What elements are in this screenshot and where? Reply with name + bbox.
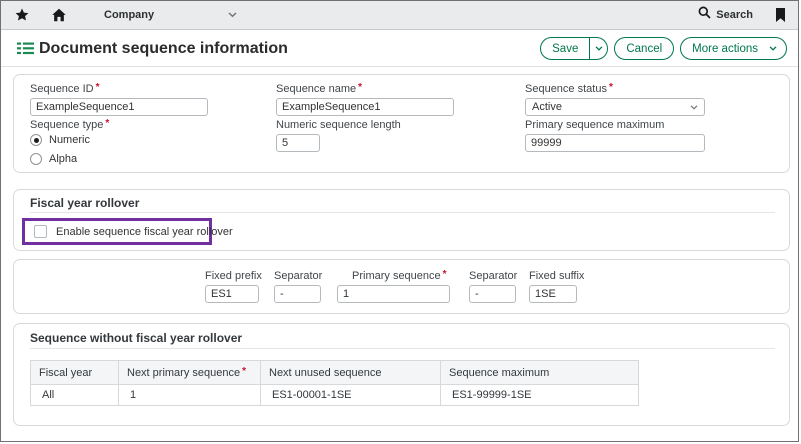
global-search[interactable]: Search (698, 6, 753, 24)
search-label: Search (716, 9, 753, 21)
sequence-without-rollover-section-title: Sequence without fiscal year rollover (30, 331, 242, 345)
sequence-name-field: Sequence name* (276, 83, 454, 116)
topbar-right-group: Search (698, 1, 786, 29)
sequence-status-select[interactable]: Active (525, 98, 705, 116)
purple-highlight-annotation: Enable sequence fiscal year rollover (22, 218, 212, 245)
radio-unselected-icon (30, 153, 42, 165)
primary-sequence-maximum-label: Primary sequence maximum (525, 119, 705, 131)
more-actions-chevron-icon (763, 46, 786, 51)
company-menu-chevron-icon[interactable] (228, 1, 237, 29)
fixed-suffix-input[interactable] (529, 285, 577, 303)
company-menu-label: Company (104, 9, 154, 21)
sequence-format-card: Fixed prefix Separator Primary sequence*… (13, 259, 790, 314)
section-divider (30, 212, 775, 213)
column-header-next-primary-sequence: Next primary sequence* (119, 361, 261, 385)
enable-rollover-checkbox[interactable] (34, 225, 47, 238)
required-marker: * (443, 269, 447, 280)
fixed-prefix-label: Fixed prefix (205, 270, 259, 282)
page-title: Document sequence information (39, 31, 288, 66)
sequence-table: Fiscal year Next primary sequence* Next … (30, 360, 639, 406)
column-header-next-unused-sequence: Next unused sequence (261, 361, 441, 385)
cell-next-primary-sequence[interactable]: 1 (119, 385, 261, 406)
sequence-id-label: Sequence ID* (30, 83, 208, 95)
separator-field-1: Separator (274, 270, 321, 303)
fixed-prefix-field: Fixed prefix (205, 270, 259, 303)
company-menu[interactable]: Company (104, 1, 154, 29)
enable-rollover-checkbox-label: Enable sequence fiscal year rollover (56, 226, 233, 238)
required-marker: * (358, 82, 362, 93)
sequence-type-label: Sequence type* (30, 119, 109, 131)
numeric-sequence-length-input[interactable] (276, 134, 320, 152)
radio-alpha-label: Alpha (49, 153, 77, 165)
sequence-type-field: Sequence type* (30, 119, 109, 134)
fixed-suffix-label: Fixed suffix (529, 270, 577, 282)
cell-fiscal-year: All (31, 385, 119, 406)
cancel-button[interactable]: Cancel (614, 37, 674, 60)
section-divider (30, 348, 775, 349)
fixed-suffix-field: Fixed suffix (529, 270, 577, 303)
sequence-name-label: Sequence name* (276, 83, 454, 95)
numeric-sequence-length-field: Numeric sequence length (276, 119, 320, 152)
separator-input-1[interactable] (274, 285, 321, 303)
sequence-status-value: Active (532, 101, 562, 113)
sequence-type-option-alpha[interactable]: Alpha (30, 153, 77, 165)
cell-sequence-maximum: ES1-99999-1SE (441, 385, 639, 406)
primary-sequence-maximum-input[interactable] (525, 134, 705, 152)
sequence-id-field: Sequence ID* (30, 83, 208, 116)
sequence-status-field: Sequence status* Active (525, 83, 705, 116)
primary-sequence-input[interactable] (337, 285, 450, 303)
sequence-name-input[interactable] (276, 98, 454, 116)
column-header-fiscal-year: Fiscal year (31, 361, 119, 385)
sequence-type-option-numeric[interactable]: Numeric (30, 134, 90, 146)
primary-sequence-field: Primary sequence* (337, 270, 450, 303)
required-marker: * (96, 82, 100, 93)
primary-sequence-label: Primary sequence* (337, 270, 450, 282)
select-chevron-icon (690, 105, 698, 110)
separator-label-1: Separator (274, 270, 321, 282)
app-window: Company Search (0, 0, 799, 442)
record-list-icon[interactable] (17, 42, 34, 60)
sequence-id-input[interactable] (30, 98, 208, 116)
cancel-button-label: Cancel (615, 43, 673, 55)
table-header-row: Fiscal year Next primary sequence* Next … (31, 361, 639, 385)
required-marker: * (609, 82, 613, 93)
page-actions: Save Cancel More actions (540, 37, 787, 60)
home-icon[interactable] (51, 1, 67, 29)
primary-sequence-maximum-field: Primary sequence maximum (525, 119, 705, 152)
table-row: All 1 ES1-00001-1SE ES1-99999-1SE (31, 385, 639, 406)
more-actions-label: More actions (681, 43, 763, 55)
save-button[interactable]: Save (541, 43, 589, 55)
save-dropdown-chevron-icon[interactable] (589, 38, 607, 59)
sequence-without-rollover-card: Sequence without fiscal year rollover Fi… (13, 323, 790, 426)
separator-field-2: Separator (469, 270, 516, 303)
required-marker: * (105, 118, 109, 129)
sequence-status-label: Sequence status* (525, 83, 705, 95)
cell-next-unused-sequence: ES1-00001-1SE (261, 385, 441, 406)
required-marker: * (242, 366, 246, 377)
fiscal-year-rollover-section-title: Fiscal year rollover (30, 196, 139, 210)
fixed-prefix-input[interactable] (205, 285, 259, 303)
separator-label-2: Separator (469, 270, 516, 282)
fiscal-year-rollover-card: Fiscal year rollover Enable sequence fis… (13, 189, 790, 251)
more-actions-button[interactable]: More actions (680, 37, 787, 60)
numeric-sequence-length-label: Numeric sequence length (276, 119, 320, 131)
radio-selected-icon (30, 134, 42, 146)
column-header-sequence-maximum: Sequence maximum (441, 361, 639, 385)
page-header: Document sequence information Save Cance… (1, 31, 798, 67)
top-navigation-bar: Company Search (1, 1, 798, 30)
radio-numeric-label: Numeric (49, 134, 90, 146)
bookmark-icon[interactable] (775, 8, 786, 22)
save-split-button: Save (540, 37, 608, 60)
separator-input-2[interactable] (469, 285, 516, 303)
sequence-details-card: Sequence ID* Sequence type* Numeric Alph… (13, 74, 790, 173)
favorites-star-icon[interactable] (15, 1, 29, 29)
search-icon (698, 6, 711, 24)
